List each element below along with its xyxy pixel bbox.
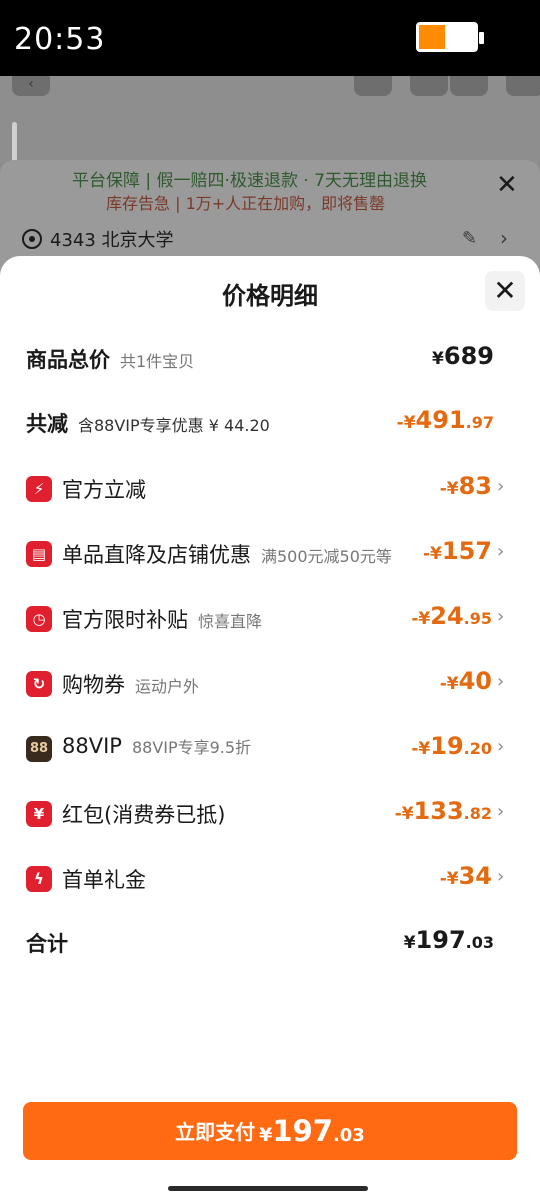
guarantee-text: 平台保障 | 假一赔四·极速退款 · 7天无理由退换 xyxy=(72,171,427,191)
chevron-right-icon: › xyxy=(497,541,505,562)
chevron-right-icon: › xyxy=(497,671,505,692)
sum-row: 合计 ¥197.03 xyxy=(0,922,540,962)
chevron-right-icon: › xyxy=(497,606,505,627)
discount-item-label: 首单礼金 xyxy=(62,868,146,892)
discount-item-sub: 惊喜直降 xyxy=(198,612,263,631)
total-price-amount: ¥689 xyxy=(432,342,494,370)
status-time: 20:53 xyxy=(14,22,106,57)
discount-item-label: 88VIP xyxy=(62,734,122,758)
discount-item-first-order[interactable]: ϟ 首单礼金 -¥34 › xyxy=(0,858,540,898)
vip-88-icon: 88 xyxy=(26,736,52,762)
pay-now-currency: ¥ xyxy=(259,1124,273,1146)
discount-item-amount: -¥157 xyxy=(423,537,492,565)
red-packet-icon: ¥ xyxy=(26,801,52,827)
sheet-title: 价格明细 xyxy=(222,282,318,310)
discount-item-88vip[interactable]: 88 88VIP 88VIP专享9.5折 -¥19.20 › xyxy=(0,728,540,768)
pay-now-amount-dec: .03 xyxy=(332,1125,365,1146)
discount-item-label: 红包(消费券已抵) xyxy=(62,803,226,827)
close-icon: ✕ xyxy=(496,170,518,200)
chevron-right-icon: › xyxy=(497,801,505,822)
sum-label: 合计 xyxy=(26,932,68,956)
discount-item-subsidy[interactable]: ◷ 官方限时补贴 惊喜直降 -¥24.95 › xyxy=(0,598,540,638)
discount-item-sub: 运动户外 xyxy=(135,677,200,696)
total-price-row: 商品总价 共1件宝贝 ¥689 xyxy=(0,338,540,378)
discount-item-coupon[interactable]: ↻ 购物券 运动户外 -¥40 › xyxy=(0,663,540,703)
chevron-right-icon: › xyxy=(497,736,505,757)
discount-item-label: 官方限时补贴 xyxy=(62,608,188,632)
total-discount-row: 共减 含88VIP专享优惠 ¥ 44.20 -¥491.97 xyxy=(0,402,540,442)
discount-item-sub: 88VIP专享9.5折 xyxy=(131,738,252,757)
chevron-right-icon: › xyxy=(500,226,508,250)
total-discount-sub: 含88VIP专享优惠 ¥ 44.20 xyxy=(78,416,270,435)
discount-item-amount: -¥40 xyxy=(439,667,492,695)
pay-now-amount-int: 197 xyxy=(272,1114,333,1148)
total-discount-label: 共减 xyxy=(26,412,68,436)
discount-item-label: 单品直降及店铺优惠 xyxy=(62,543,251,567)
discount-item-official[interactable]: ⚡ 官方立减 -¥83 › xyxy=(0,468,540,508)
total-price-sub: 共1件宝贝 xyxy=(120,352,195,371)
discount-item-sub: 满500元减50元等 xyxy=(261,547,392,566)
edit-icon: ✎ xyxy=(462,228,478,249)
back-icon: ‹ xyxy=(12,76,50,96)
address-text: 4343 北京大学 xyxy=(50,230,174,251)
discount-item-label: 官方立减 xyxy=(62,478,146,502)
stock-alert-text: 库存告急 | 1万+人正在加购，即将售罄 xyxy=(106,194,386,213)
pay-now-label: 立即支付 xyxy=(175,1120,256,1144)
background-page: ‹ 平台保障 | 假一赔四·极速退款 · 7天无理由退换 库存告急 | 1万+人… xyxy=(0,76,540,280)
favorite-icon xyxy=(450,76,488,96)
discount-item-label: 购物券 xyxy=(62,673,125,697)
total-discount-amount: -¥491.97 xyxy=(396,406,494,434)
discount-item-red-packet[interactable]: ¥ 红包(消费券已抵) -¥133.82 › xyxy=(0,793,540,833)
discount-item-amount: -¥133.82 xyxy=(394,797,492,825)
coupon-icon: ↻ xyxy=(26,671,52,697)
cart-icon xyxy=(410,76,448,96)
discount-item-store[interactable]: ▤ 单品直降及店铺优惠 满500元减50元等 -¥157 › xyxy=(0,533,540,573)
chevron-right-icon: › xyxy=(497,476,505,497)
chevron-right-icon: › xyxy=(497,866,505,887)
sum-amount: ¥197.03 xyxy=(403,926,494,954)
shop-icon: ▤ xyxy=(26,541,52,567)
total-price-label: 商品总价 xyxy=(26,348,110,372)
clock-icon: ◷ xyxy=(26,606,52,632)
discount-item-amount: -¥34 xyxy=(439,862,492,890)
share-icon xyxy=(354,76,392,96)
pay-now-button[interactable]: 立即支付 ¥197.03 xyxy=(23,1102,517,1160)
more-icon xyxy=(506,76,540,96)
price-detail-sheet: 价格明细 ✕ 商品总价 共1件宝贝 ¥689 共减 含88VIP专享优惠 ¥ 44.… xyxy=(0,256,540,1200)
lightning-icon: ⚡ xyxy=(26,476,52,502)
close-button[interactable]: ✕ xyxy=(485,271,525,311)
home-indicator xyxy=(168,1186,368,1191)
battery-icon xyxy=(416,22,484,52)
discount-item-amount: -¥83 xyxy=(439,472,492,500)
discount-item-amount: -¥19.20 xyxy=(411,732,492,760)
status-bar: 20:53 xyxy=(0,0,540,76)
gift-cash-icon: ϟ xyxy=(26,866,52,892)
location-pin-icon xyxy=(22,229,42,249)
address-line: 4343 北京大学 xyxy=(22,226,174,252)
discount-item-amount: -¥24.95 xyxy=(411,602,492,630)
